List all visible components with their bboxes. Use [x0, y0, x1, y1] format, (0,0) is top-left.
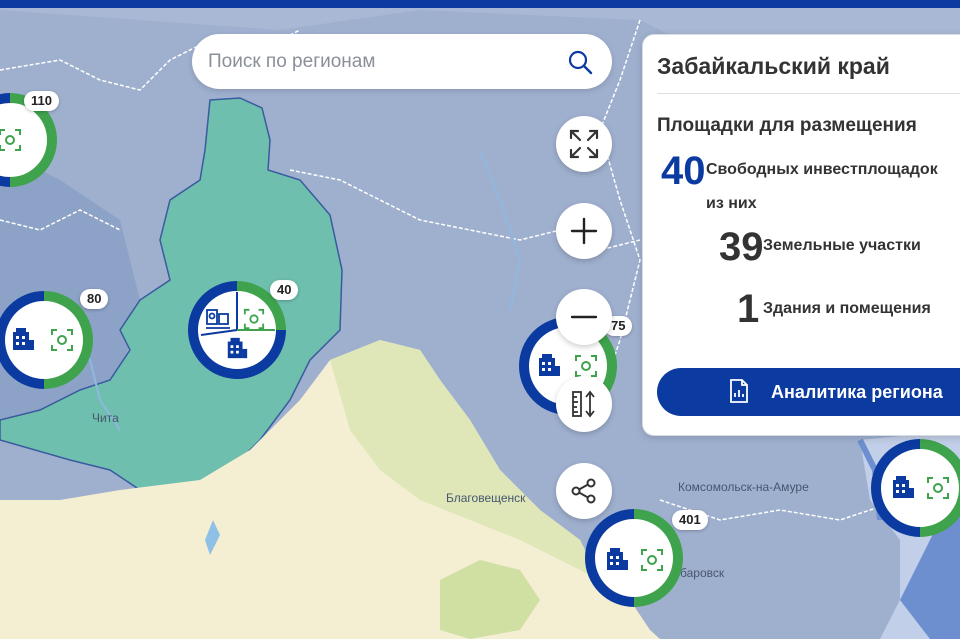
building-icon	[893, 476, 914, 498]
expand-icon	[569, 129, 599, 159]
land-plots-label: Земельные участки	[763, 237, 921, 254]
marker-count-110: 110	[24, 91, 59, 111]
marker-401[interactable]	[584, 508, 684, 613]
ruler-icon	[572, 390, 595, 418]
divider	[657, 93, 960, 94]
land-plot-icon	[206, 309, 230, 329]
scan-icon	[0, 129, 21, 151]
buildings-count: 1	[737, 287, 760, 331]
scan-icon	[927, 477, 949, 499]
city-label-khabarovsk: баровск	[680, 566, 725, 580]
region-analytics-button[interactable]: Аналитика региона	[657, 368, 960, 416]
zoom-in-button[interactable]	[556, 203, 612, 259]
share-icon	[571, 478, 596, 504]
free-sites-label: Свободных инвестплощадок	[706, 161, 938, 178]
building-icon	[607, 548, 628, 570]
marker-count-80: 80	[80, 289, 109, 309]
buildings-label: Здания и помещения	[763, 300, 931, 317]
scan-icon	[641, 549, 663, 571]
building-icon	[539, 354, 560, 376]
fullscreen-button[interactable]	[556, 116, 612, 172]
building-icon	[227, 337, 248, 359]
scan-icon	[243, 308, 265, 330]
free-sites-count: 40	[661, 149, 706, 193]
region-title: Забайкальский край	[657, 53, 890, 79]
share-button[interactable]	[556, 463, 612, 519]
land-plots-count: 39	[719, 225, 764, 269]
search-input[interactable]: Поиск по регионам	[208, 51, 560, 73]
marker-count-40: 40	[270, 280, 299, 300]
region-info-panel: Забайкальский край Площадки для размещен…	[642, 34, 960, 436]
city-label-komsomolsk: Комсомольск-на-Амуре	[678, 480, 809, 494]
marker-80[interactable]	[0, 290, 94, 395]
plus-icon	[570, 217, 598, 245]
city-label-chita: Чита	[92, 411, 119, 425]
marker-count-401: 401	[672, 510, 708, 530]
search-icon[interactable]	[560, 42, 600, 82]
minus-icon	[570, 315, 598, 319]
document-chart-icon	[730, 379, 748, 403]
ruler-button[interactable]	[556, 376, 612, 432]
sites-subtitle: Площадки для размещения	[657, 115, 917, 136]
city-label-blagoveshchensk: Благовещенск	[446, 491, 526, 505]
top-bar	[0, 0, 960, 8]
marker-right[interactable]	[870, 438, 960, 543]
building-icon	[13, 328, 34, 350]
scan-icon	[51, 329, 73, 351]
of-them-label: из них	[706, 195, 757, 212]
analytics-button-label: Аналитика региона	[771, 381, 943, 402]
scan-icon	[575, 355, 597, 377]
search-bar[interactable]: Поиск по регионам	[192, 34, 612, 89]
zoom-out-button[interactable]	[556, 289, 612, 345]
